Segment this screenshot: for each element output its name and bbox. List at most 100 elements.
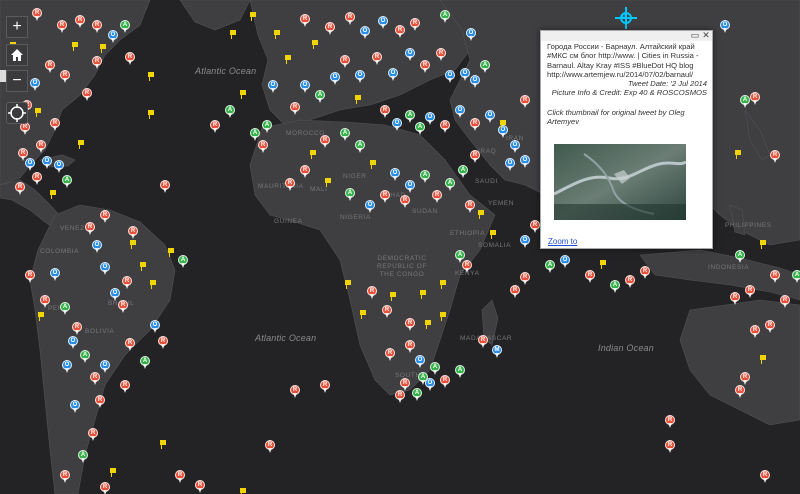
map-marker-pin[interactable]: R: [395, 25, 405, 38]
map-marker-pin[interactable]: A: [80, 350, 90, 363]
map-marker-pin[interactable]: O: [720, 20, 730, 33]
map-marker-pin[interactable]: R: [440, 120, 450, 133]
map-marker-pin[interactable]: R: [340, 55, 350, 68]
map-marker-pin[interactable]: O: [505, 158, 515, 171]
map-marker-pin[interactable]: O: [300, 80, 310, 93]
map-marker-pin[interactable]: R: [405, 340, 415, 353]
map-marker-pin[interactable]: R: [160, 180, 170, 193]
map-marker-flag[interactable]: [250, 12, 256, 21]
map-marker-pin[interactable]: R: [740, 372, 750, 385]
map-marker-pin[interactable]: A: [355, 140, 365, 153]
map-marker-pin[interactable]: R: [175, 470, 185, 483]
map-marker-pin[interactable]: R: [510, 285, 520, 298]
map-marker-pin[interactable]: O: [92, 240, 102, 253]
map-marker-flag[interactable]: [285, 55, 291, 64]
map-marker-pin[interactable]: A: [405, 110, 415, 123]
map-marker-pin[interactable]: R: [60, 70, 70, 83]
map-marker-pin[interactable]: R: [285, 178, 295, 191]
map-marker-pin[interactable]: R: [745, 285, 755, 298]
map-marker-flag[interactable]: [355, 95, 361, 104]
map-marker-pin[interactable]: R: [320, 135, 330, 148]
map-marker-pin[interactable]: A: [735, 250, 745, 263]
map-marker-pin[interactable]: O: [466, 28, 476, 41]
map-marker-pin[interactable]: A: [60, 302, 70, 315]
map-marker-pin[interactable]: R: [395, 390, 405, 403]
map-marker-pin[interactable]: O: [445, 70, 455, 83]
map-marker-pin[interactable]: A: [792, 270, 800, 283]
map-marker-flag[interactable]: [760, 355, 766, 364]
map-marker-pin[interactable]: R: [158, 336, 168, 349]
map-marker-pin[interactable]: R: [258, 140, 268, 153]
locate-button[interactable]: [6, 102, 28, 124]
map-marker-pin[interactable]: O: [355, 70, 365, 83]
map-marker-pin[interactable]: O: [405, 48, 415, 61]
map-marker-pin[interactable]: R: [122, 276, 132, 289]
map-marker-pin[interactable]: R: [385, 348, 395, 361]
map-marker-pin[interactable]: A: [78, 450, 88, 463]
map-marker-pin[interactable]: O: [42, 156, 52, 169]
map-marker-pin[interactable]: R: [750, 92, 760, 105]
map-marker-pin[interactable]: R: [640, 266, 650, 279]
map-marker-flag[interactable]: [160, 440, 166, 449]
map-marker-pin[interactable]: R: [372, 52, 382, 65]
map-marker-pin[interactable]: R: [400, 195, 410, 208]
map-marker-flag[interactable]: [274, 30, 280, 39]
map-marker-pin[interactable]: R: [75, 15, 85, 28]
map-marker-pin[interactable]: R: [118, 300, 128, 313]
map-marker-flag[interactable]: [478, 210, 484, 219]
map-marker-flag[interactable]: [345, 280, 351, 289]
map-marker-flag[interactable]: [38, 312, 44, 321]
map-marker-pin[interactable]: R: [382, 305, 392, 318]
map-marker-flag[interactable]: [360, 310, 366, 319]
map-marker-flag[interactable]: [325, 178, 331, 187]
map-marker-pin[interactable]: R: [25, 270, 35, 283]
map-marker-flag[interactable]: [140, 262, 146, 271]
map-marker-pin[interactable]: R: [478, 335, 488, 348]
map-marker-pin[interactable]: A: [178, 255, 188, 268]
map-marker-pin[interactable]: O: [365, 200, 375, 213]
map-marker-flag[interactable]: [168, 248, 174, 257]
map-marker-pin[interactable]: R: [410, 18, 420, 31]
map-marker-pin[interactable]: O: [520, 235, 530, 248]
map-marker-flag[interactable]: [240, 90, 246, 99]
map-marker-flag[interactable]: [35, 108, 41, 117]
map-marker-pin[interactable]: O: [100, 262, 110, 275]
map-marker-pin[interactable]: R: [60, 470, 70, 483]
map-marker-pin[interactable]: R: [290, 102, 300, 115]
map-marker-pin[interactable]: R: [465, 200, 475, 213]
map-marker-flag[interactable]: [50, 190, 56, 199]
map-marker-pin[interactable]: A: [455, 365, 465, 378]
map-marker-pin[interactable]: O: [54, 160, 64, 173]
map-marker-pin[interactable]: R: [585, 270, 595, 283]
zoom-in-button[interactable]: +: [6, 16, 28, 38]
map-marker-pin[interactable]: O: [108, 30, 118, 43]
map-marker-pin[interactable]: R: [750, 325, 760, 338]
map-marker-pin[interactable]: R: [210, 120, 220, 133]
map-marker-pin[interactable]: R: [440, 375, 450, 388]
map-marker-pin[interactable]: O: [62, 360, 72, 373]
map-marker-pin[interactable]: A: [458, 165, 468, 178]
map-marker-pin[interactable]: R: [45, 60, 55, 73]
map-marker-pin[interactable]: R: [92, 20, 102, 33]
map-marker-flag[interactable]: [130, 240, 136, 249]
map-marker-pin[interactable]: A: [545, 260, 555, 273]
map-marker-pin[interactable]: O: [68, 336, 78, 349]
map-marker-pin[interactable]: R: [95, 395, 105, 408]
map-marker-pin[interactable]: A: [610, 280, 620, 293]
map-marker-pin[interactable]: R: [50, 118, 60, 131]
map-marker-flag[interactable]: [370, 160, 376, 169]
map-marker-pin[interactable]: R: [367, 286, 377, 299]
map-marker-flag[interactable]: [500, 120, 506, 129]
map-marker-pin[interactable]: R: [432, 190, 442, 203]
map-marker-flag[interactable]: [310, 150, 316, 159]
map-marker-pin[interactable]: R: [735, 385, 745, 398]
map-marker-pin[interactable]: R: [380, 190, 390, 203]
map-marker-pin[interactable]: R: [780, 295, 790, 308]
map-marker-pin[interactable]: O: [460, 68, 470, 81]
map-marker-pin[interactable]: O: [392, 118, 402, 131]
map-marker-pin[interactable]: R: [520, 272, 530, 285]
map-marker-pin[interactable]: R: [380, 105, 390, 118]
map-marker-pin[interactable]: R: [770, 150, 780, 163]
map-marker-pin[interactable]: R: [470, 118, 480, 131]
map-marker-pin[interactable]: R: [85, 222, 95, 235]
